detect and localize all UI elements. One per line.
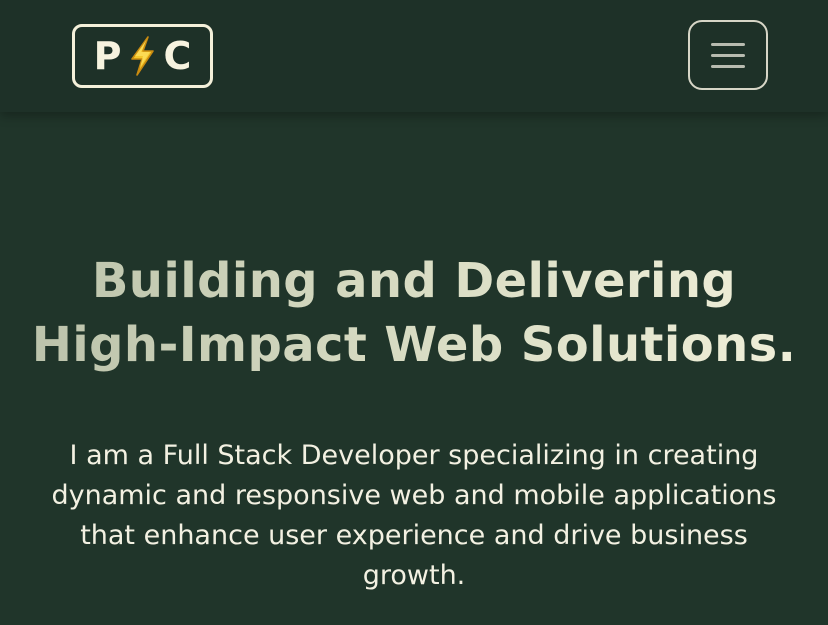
logo-link[interactable]: P C: [72, 24, 213, 88]
hero-intro-text: I am a Full Stack Developer specializing…: [51, 440, 777, 591]
headline-line-1: Building and Delivering: [91, 253, 737, 309]
hamburger-icon-line-1: [711, 42, 745, 46]
logo-letter-p: P: [93, 34, 122, 78]
hero-section: Building and Delivering High-Impact Web …: [0, 112, 828, 625]
hamburger-icon-line-2: [711, 53, 745, 57]
menu-button[interactable]: [688, 20, 768, 90]
hero-headline: Building and Delivering High-Impact Web …: [0, 249, 828, 377]
headline-line-2: High-Impact Web Solutions.: [31, 317, 797, 373]
logo-letter-c: C: [163, 34, 192, 78]
site-header: P C: [0, 0, 828, 112]
lightning-bolt-icon: [131, 36, 155, 76]
hamburger-icon-line-3: [711, 64, 745, 68]
